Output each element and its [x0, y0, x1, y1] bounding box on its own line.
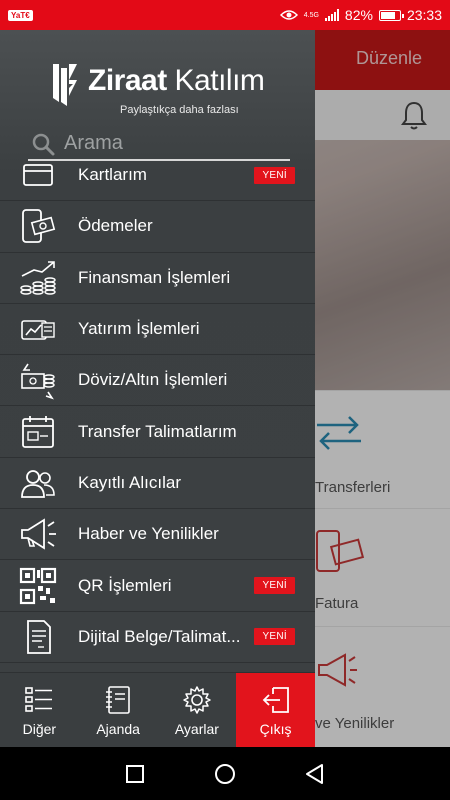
- status-bar: YaT€ 4.5G 82% 23:33: [0, 0, 450, 30]
- signal-icon: [324, 9, 339, 21]
- brand-name-bold: Ziraat: [88, 64, 167, 97]
- navigation-drawer: Ziraat Katılım Paylaştıkça daha fazlası …: [0, 30, 315, 747]
- brand-tagline: Paylaştıkça daha fazlası: [120, 104, 239, 116]
- payments-icon: [22, 209, 56, 244]
- nav-label: Diğer: [22, 720, 57, 737]
- new-badge: YENİ: [254, 577, 295, 595]
- nav-label: Ajanda: [96, 720, 140, 737]
- megaphone-icon: [21, 518, 56, 550]
- currency-exchange-icon: [21, 363, 55, 400]
- finance-growth-icon: [20, 260, 56, 295]
- menu-item-label: Transfer Talimatlarım: [78, 421, 237, 441]
- menu-item-transfer-instructions[interactable]: Transfer Talimatlarım: [0, 406, 315, 458]
- list-icon: [25, 686, 53, 712]
- network-type: 4.5G: [303, 11, 319, 19]
- brand-name: Ziraat Katılım: [88, 64, 265, 98]
- menu-item-label: Dijital Belge/Talimat...: [78, 626, 241, 646]
- brand-header: Ziraat Katılım Paylaştıkça daha fazlası: [0, 58, 315, 128]
- menu-item-qr[interactable]: QR İşlemleri YENİ: [0, 560, 315, 612]
- clock: 23:33: [406, 7, 442, 23]
- ziraat-logo-icon: [53, 64, 77, 106]
- menu-item-label: Finansman İşlemleri: [78, 267, 231, 287]
- recent-apps-icon[interactable]: [123, 762, 147, 786]
- cards-icon: [23, 164, 53, 187]
- menu-item-label: Döviz/Altın İşlemleri: [78, 370, 228, 390]
- menu-item-label: Kayıtlı Alıcılar: [78, 472, 181, 492]
- back-icon[interactable]: [303, 762, 327, 786]
- home-icon[interactable]: [213, 762, 237, 786]
- document-icon: [27, 619, 51, 654]
- new-badge: YENİ: [254, 628, 295, 646]
- battery-percent: 82%: [344, 7, 373, 23]
- people-icon: [21, 470, 55, 498]
- eye-comfort-icon: [279, 10, 298, 20]
- menu-item-label: Kartlarım: [78, 165, 147, 185]
- notification-app-icon: YaT€: [8, 9, 33, 21]
- battery-icon: [378, 9, 404, 21]
- nav-label: Ayarlar: [174, 720, 219, 737]
- nav-logout-button[interactable]: Çıkış: [236, 673, 315, 747]
- menu-item-investment[interactable]: Yatırım İşlemleri: [0, 304, 315, 356]
- search-bar[interactable]: [28, 128, 290, 161]
- menu-item-cards[interactable]: Kartlarım YENİ: [0, 164, 315, 202]
- menu-item-label: Yatırım İşlemleri: [78, 319, 200, 339]
- gear-icon: [183, 685, 211, 714]
- logout-icon: [262, 686, 289, 713]
- menu-item-payments[interactable]: Ödemeler: [0, 201, 315, 253]
- menu-item-label: Haber ve Yenilikler: [78, 524, 219, 544]
- drawer-bottom-nav: Diğer Ajanda Ayarlar Çıkış: [0, 672, 315, 747]
- nav-settings-button[interactable]: Ayarlar: [158, 673, 237, 747]
- menu-item-financing[interactable]: Finansman İşlemleri: [0, 253, 315, 304]
- investment-icon: [21, 320, 55, 340]
- menu-item-digital-documents[interactable]: Dijital Belge/Talimat... YENİ: [0, 612, 315, 663]
- drawer-menu[interactable]: Kartlarım YENİ Ödemeler Finansman İşleml…: [0, 164, 315, 672]
- notebook-icon: [106, 685, 130, 714]
- menu-item-news[interactable]: Haber ve Yenilikler: [0, 509, 315, 561]
- calendar-instruction-icon: [22, 415, 54, 448]
- new-badge: YENİ: [254, 166, 295, 184]
- menu-item-label: Ödemeler: [78, 216, 153, 236]
- brand-name-light: Katılım: [166, 64, 265, 97]
- menu-item-currency-gold[interactable]: Döviz/Altın İşlemleri: [0, 355, 315, 407]
- search-icon: [32, 133, 55, 155]
- search-input[interactable]: [64, 132, 284, 155]
- menu-item-label: QR İşlemleri: [78, 575, 172, 595]
- nav-agenda-button[interactable]: Ajanda: [79, 673, 158, 747]
- system-navigation-bar: [0, 747, 450, 800]
- menu-item-saved-recipients[interactable]: Kayıtlı Alıcılar: [0, 458, 315, 510]
- qr-code-icon: [19, 567, 57, 604]
- nav-label: Çıkış: [259, 720, 292, 737]
- nav-other-button[interactable]: Diğer: [0, 673, 79, 747]
